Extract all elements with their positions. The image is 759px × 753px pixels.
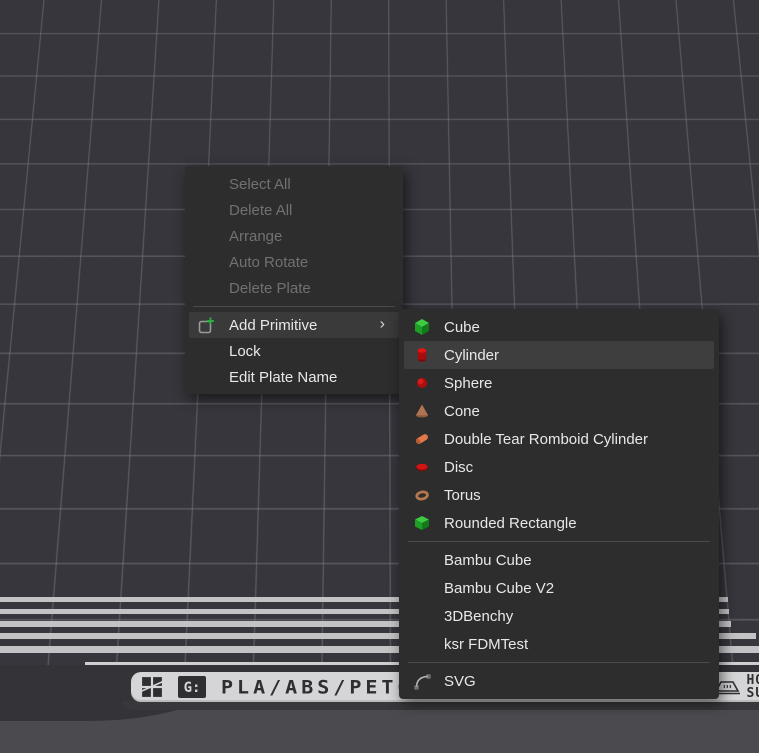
- cone-icon: [412, 401, 432, 421]
- menu-item-arrange[interactable]: Arrange: [185, 223, 403, 249]
- add-primitive-submenu: Cube Cylinder Sphere: [399, 309, 719, 699]
- submenu-item-cone[interactable]: Cone: [399, 397, 719, 425]
- submenu-separator: [408, 541, 710, 542]
- menu-item-delete-plate[interactable]: Delete Plate: [185, 275, 403, 301]
- submenu-item-ksr-fdmtest[interactable]: ksr FDMTest: [399, 630, 719, 658]
- menu-item-lock[interactable]: Lock: [185, 338, 403, 364]
- cylinder-icon: [412, 345, 432, 365]
- submenu-item-sphere[interactable]: Sphere: [399, 369, 719, 397]
- double-tear-romboid-cylinder-icon: [412, 429, 432, 449]
- submenu-item-bambu-cube[interactable]: Bambu Cube: [399, 546, 719, 574]
- plate-context-menu: Select All Delete All Arrange Auto Rotat…: [185, 166, 403, 394]
- submenu-item-svg[interactable]: SVG: [399, 667, 719, 695]
- submenu-item-disc[interactable]: Disc: [399, 453, 719, 481]
- submenu-item-torus[interactable]: Torus: [399, 481, 719, 509]
- viewport-3d[interactable]: G: PLA/ABS/PETG HOT SU Select All Delete…: [0, 0, 759, 753]
- menu-item-edit-plate-name[interactable]: Edit Plate Name: [185, 364, 403, 390]
- submenu-item-cylinder[interactable]: Cylinder: [404, 341, 714, 369]
- submenu-item-cube[interactable]: Cube: [399, 313, 719, 341]
- svg-text:G:: G:: [184, 680, 201, 696]
- menu-item-delete-all[interactable]: Delete All: [185, 197, 403, 223]
- sphere-icon: [412, 373, 432, 393]
- menu-item-select-all[interactable]: Select All: [185, 171, 403, 197]
- plate-logo-icon: [141, 676, 163, 698]
- add-primitive-icon: [196, 315, 216, 335]
- cube-icon: [412, 317, 432, 337]
- svg-curve-icon: [412, 671, 432, 691]
- menu-separator: [193, 306, 395, 307]
- submenu-item-rounded-rectangle[interactable]: Rounded Rectangle: [399, 509, 719, 537]
- plate-badge-icon: G:: [177, 675, 207, 699]
- menu-item-add-primitive[interactable]: Add Primitive ›: [189, 312, 399, 338]
- warning-text-line2: SU: [747, 687, 759, 700]
- plate-material-label: PLA/ABS/PETG: [221, 676, 414, 699]
- submenu-item-double-tear-romboid-cylinder[interactable]: Double Tear Romboid Cylinder: [399, 425, 719, 453]
- label-strip-shadow: [122, 701, 759, 710]
- chevron-right-icon: ›: [380, 315, 385, 333]
- disc-icon: [412, 457, 432, 477]
- submenu-item-bambu-cube-v2[interactable]: Bambu Cube V2: [399, 574, 719, 602]
- menu-item-auto-rotate[interactable]: Auto Rotate: [185, 249, 403, 275]
- submenu-item-3dbenchy[interactable]: 3DBenchy: [399, 602, 719, 630]
- torus-icon: [412, 485, 432, 505]
- submenu-separator: [408, 662, 710, 663]
- rounded-rectangle-icon: [412, 513, 432, 533]
